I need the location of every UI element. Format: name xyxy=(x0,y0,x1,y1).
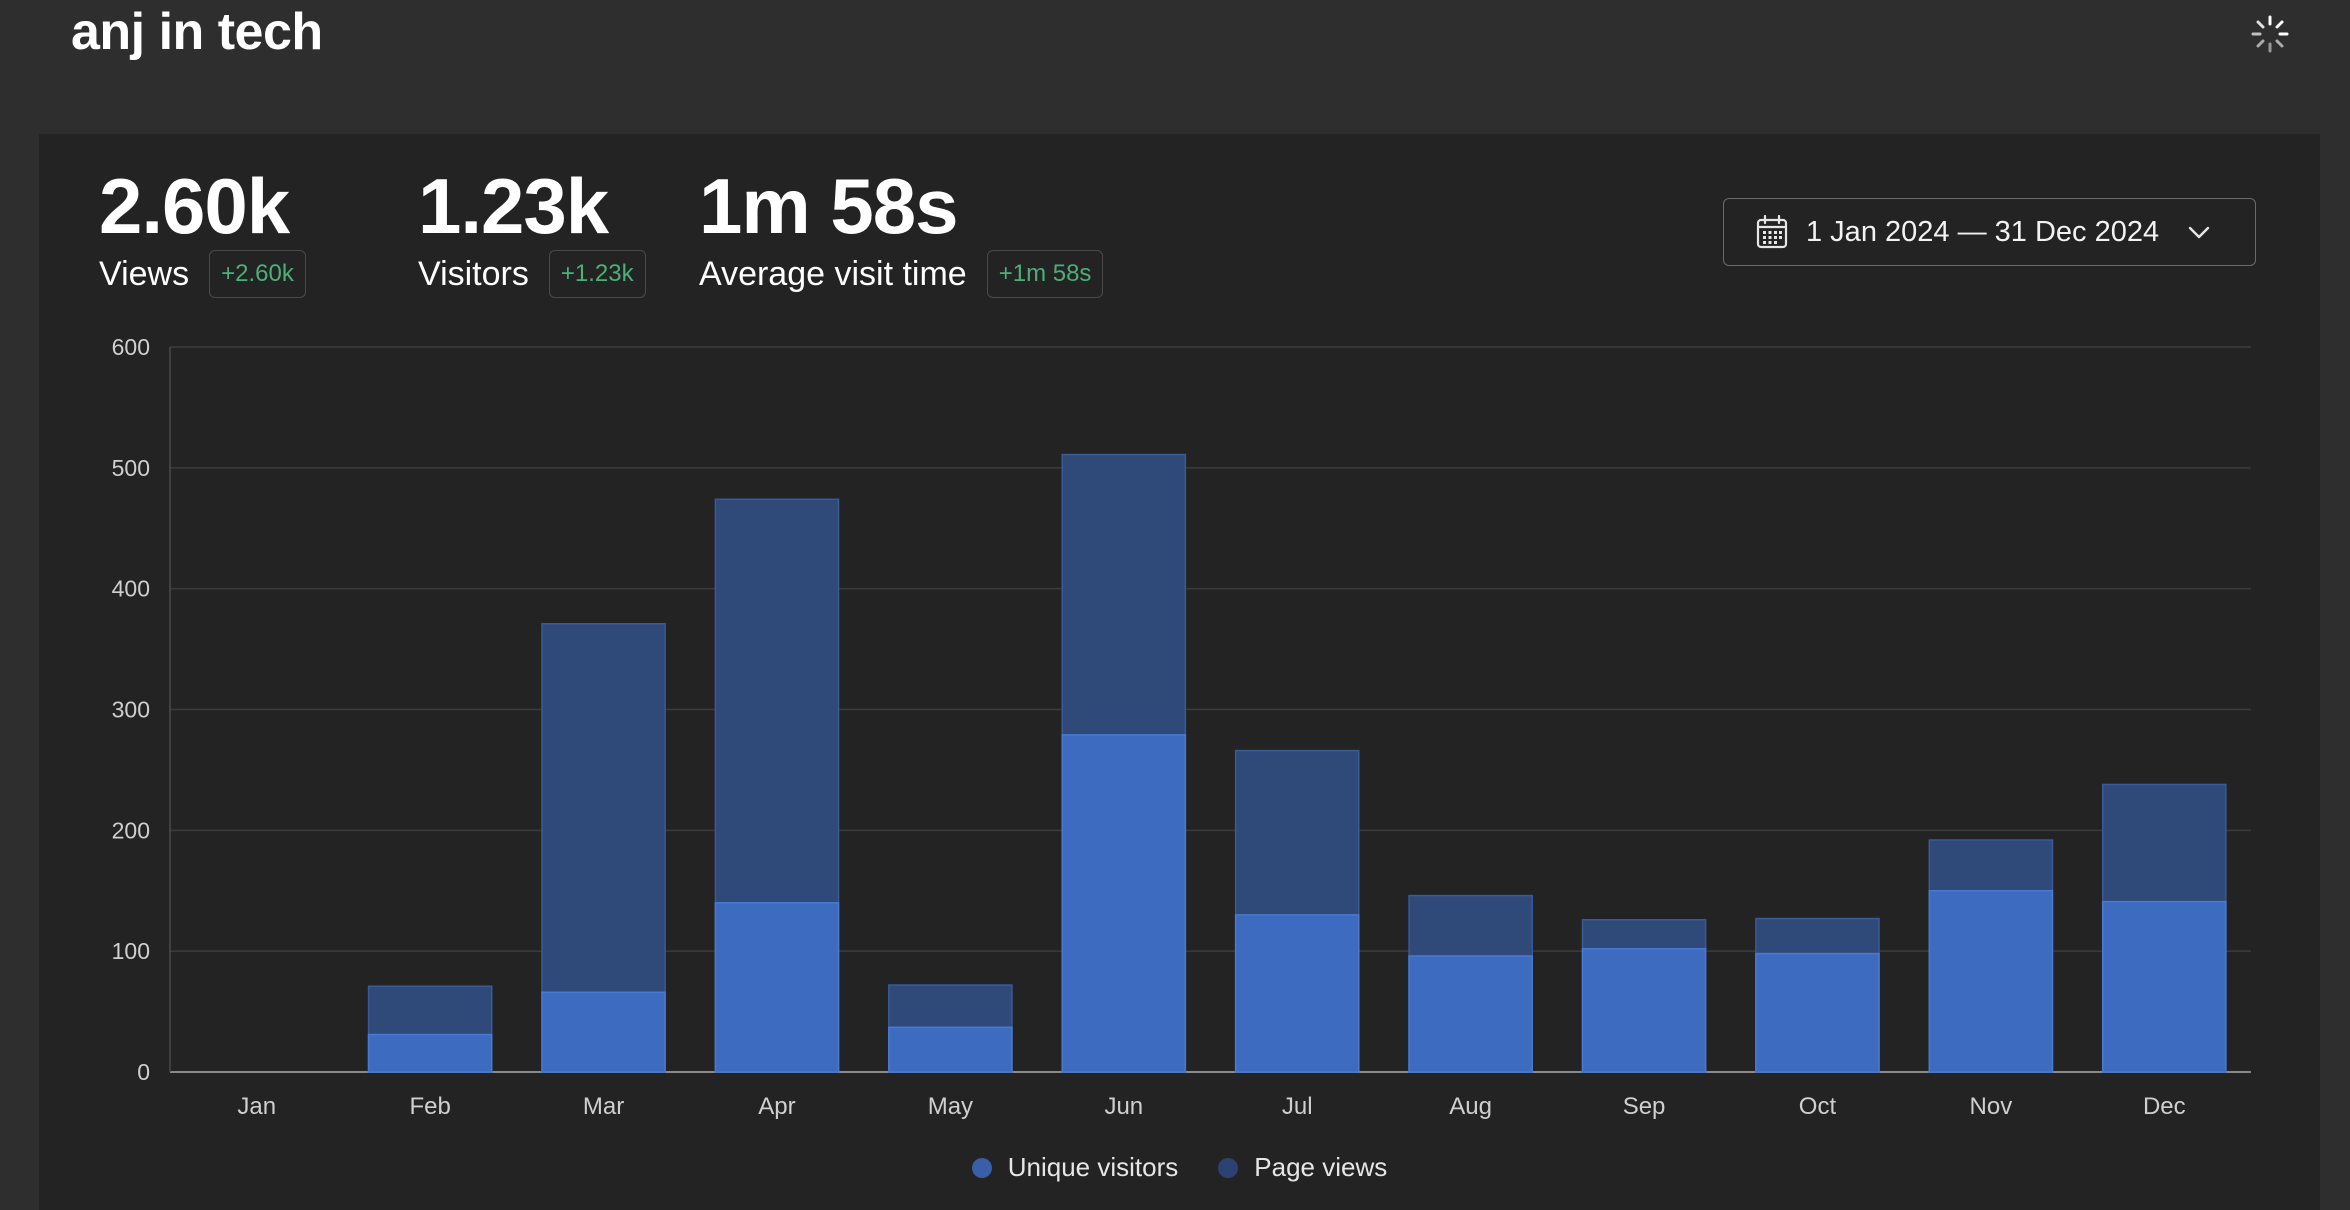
x-tick-label: Feb xyxy=(409,1093,450,1120)
bar-unique-visitors xyxy=(714,902,840,1073)
x-tick-label: Oct xyxy=(1799,1093,1837,1120)
bar-unique-visitors xyxy=(367,1033,493,1073)
x-tick-label: Nov xyxy=(1970,1093,2013,1120)
x-tick-label: Apr xyxy=(758,1093,795,1120)
loading-spinner-icon xyxy=(2251,15,2289,53)
legend-label-page-views: Page views xyxy=(1254,1152,1388,1182)
bar-unique-visitors xyxy=(1234,914,1360,1073)
y-tick-label: 600 xyxy=(112,334,150,360)
x-tick-label: Jun xyxy=(1104,1093,1143,1120)
legend-item-unique-visitors[interactable]: Unique visitors xyxy=(971,1152,1179,1183)
legend-swatch-page-views xyxy=(1218,1157,1239,1178)
bar-unique-visitors xyxy=(1408,955,1533,1073)
y-tick-label: 0 xyxy=(137,1059,150,1085)
x-tick-label: Mar xyxy=(583,1093,624,1120)
page-header: anj in tech xyxy=(0,0,2350,130)
bar-unique-visitors xyxy=(1581,948,1707,1073)
bar-unique-visitors xyxy=(541,991,666,1073)
site-title: anj in tech xyxy=(71,3,323,61)
legend-swatch-unique-visitors xyxy=(971,1157,992,1178)
analytics-panel: 2.60k Views +2.60k 1.23k Visitors +1.23k… xyxy=(39,134,2320,1210)
y-tick-label: 300 xyxy=(112,697,150,723)
visits-bar-chart: 0 100 200 300 400 500 600 Jan Feb Mar Apr May Jun Jul… xyxy=(112,334,2251,1120)
y-tick-label: 500 xyxy=(112,455,150,481)
bar-unique-visitors xyxy=(1928,890,2054,1073)
chart-legend: Unique visitors Page views xyxy=(39,1152,2320,1183)
y-tick-label: 100 xyxy=(112,938,150,964)
bar-unique-visitors xyxy=(888,1026,1013,1073)
x-tick-label: Jan xyxy=(237,1093,276,1120)
bar-unique-visitors xyxy=(2101,900,2227,1073)
x-tick-label: May xyxy=(928,1093,973,1120)
x-tick-label: Jul xyxy=(1282,1093,1313,1120)
x-tick-label: Sep xyxy=(1623,1093,1666,1120)
y-tick-label: 400 xyxy=(112,576,150,602)
legend-item-page-views[interactable]: Page views xyxy=(1218,1152,1387,1183)
x-tick-label: Aug xyxy=(1449,1093,1492,1120)
y-tick-label: 200 xyxy=(112,817,150,843)
legend-label-unique-visitors: Unique visitors xyxy=(1007,1152,1179,1182)
x-tick-label: Dec xyxy=(2143,1093,2186,1120)
bar-unique-visitors xyxy=(1061,734,1187,1073)
bar-unique-visitors xyxy=(1755,952,1880,1073)
